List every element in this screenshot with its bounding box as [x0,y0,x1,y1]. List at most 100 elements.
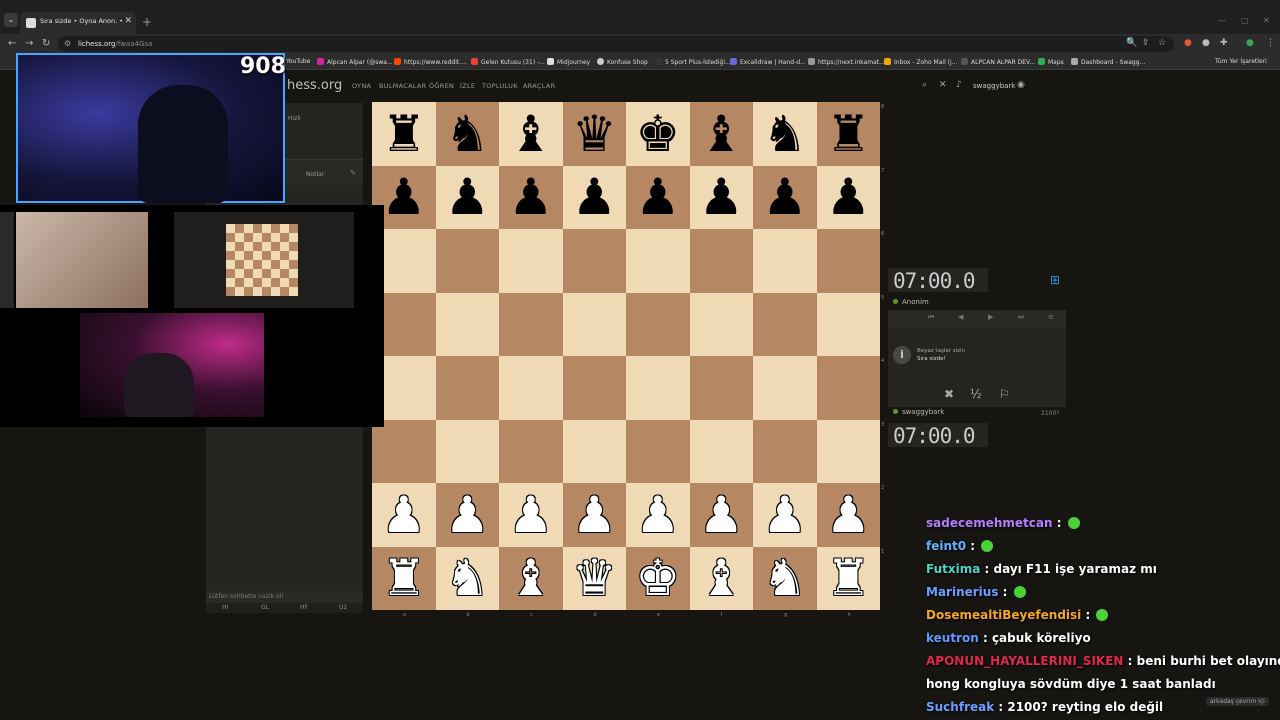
white-piece[interactable]: ♜ [381,553,426,603]
square-h5[interactable] [816,292,880,356]
square-c3[interactable] [499,419,563,483]
zoom-icon[interactable]: 🔍 [1126,38,1137,48]
square-d8[interactable]: ♛ [562,102,626,166]
square-h6[interactable] [816,229,880,293]
preset-u2[interactable]: U2 [339,604,347,611]
square-g4[interactable] [753,356,817,420]
square-c8[interactable]: ♝ [499,102,563,166]
chat-username[interactable]: Futxima [926,562,980,576]
bookmark-star-icon[interactable]: ☆ [1158,38,1166,48]
white-piece[interactable]: ♟ [635,490,680,540]
last-move-icon[interactable]: ⏭ [1018,313,1024,322]
square-f4[interactable] [689,356,753,420]
extensions-puzzle-icon[interactable]: ✚ [1220,38,1228,48]
square-c5[interactable] [499,292,563,356]
black-piece[interactable]: ♟ [762,172,807,222]
bookmark-maps[interactable]: Maps [1038,58,1064,66]
square-d4[interactable] [562,356,626,420]
square-d6[interactable] [562,229,626,293]
white-piece[interactable]: ♟ [381,490,426,540]
white-piece[interactable]: ♟ [508,490,553,540]
square-g3[interactable] [753,419,817,483]
white-piece[interactable]: ♟ [445,490,490,540]
square-e1[interactable]: ♚ [626,546,690,610]
square-b2[interactable]: ♟ [435,483,499,547]
square-e4[interactable] [626,356,690,420]
black-piece[interactable]: ♛ [572,109,617,159]
white-piece[interactable]: ♝ [699,553,744,603]
user-avatar-icon[interactable]: ◉ [1017,80,1025,90]
white-piece[interactable]: ♟ [699,490,744,540]
bookmark-dashboard[interactable]: Dashboard - Swagg... [1071,58,1145,66]
black-piece[interactable]: ♝ [508,109,553,159]
square-h2[interactable]: ♟ [816,483,880,547]
square-a3[interactable] [372,419,436,483]
square-h8[interactable]: ♜ [816,102,880,166]
nav-puzzles[interactable]: BULMACALAR [379,82,427,90]
tab-close-icon[interactable]: ✕ [124,16,132,26]
site-search-icon[interactable]: ⌕ [922,80,927,90]
black-piece[interactable]: ♜ [826,109,871,159]
abort-icon[interactable]: ✖ [944,387,954,401]
square-b7[interactable]: ♟ [435,165,499,229]
offer-draw-button[interactable]: ½ [970,387,982,401]
notes-tab[interactable]: Notlar [306,171,324,178]
square-b1[interactable]: ♞ [435,546,499,610]
square-c1[interactable]: ♝ [499,546,563,610]
minimize-icon[interactable]: — [1218,16,1226,25]
black-piece[interactable]: ♚ [635,109,680,159]
site-info-icon[interactable]: ⚙ [64,39,71,48]
opponent-name[interactable]: Anonim [893,298,929,306]
add-time-icon[interactable]: ⊞ [1050,273,1060,287]
close-icon[interactable]: ✕ [939,80,947,90]
square-b8[interactable]: ♞ [435,102,499,166]
square-f6[interactable] [689,229,753,293]
white-piece[interactable]: ♟ [572,490,617,540]
friends-online[interactable]: arkadaş çevrim içi [1206,697,1269,706]
square-a2[interactable]: ♟ [372,483,436,547]
square-e2[interactable]: ♟ [626,483,690,547]
white-piece[interactable]: ♞ [445,553,490,603]
white-piece[interactable]: ♟ [826,490,871,540]
reload-icon[interactable]: ↻ [42,38,50,49]
next-move-icon[interactable]: ▶ [988,313,993,321]
square-g2[interactable]: ♟ [753,483,817,547]
new-tab-icon[interactable]: + [142,15,152,29]
back-icon[interactable]: ← [8,38,16,49]
square-h4[interactable] [816,356,880,420]
black-piece[interactable]: ♟ [826,172,871,222]
prev-move-icon[interactable]: ◀ [958,313,963,321]
bookmark-excalidraw[interactable]: Excalidraw | Hand-d... [730,58,806,66]
white-piece[interactable]: ♚ [635,553,680,603]
white-piece[interactable]: ♝ [508,553,553,603]
nav-learn[interactable]: ÖĞREN [429,82,454,90]
square-c6[interactable] [499,229,563,293]
black-piece[interactable]: ♟ [699,172,744,222]
square-a8[interactable]: ♜ [372,102,436,166]
nav-watch[interactable]: İZLE [460,82,475,90]
square-g5[interactable] [753,292,817,356]
square-e5[interactable] [626,292,690,356]
bookmark-midjourney[interactable]: Midjourney [547,58,590,66]
maximize-icon[interactable]: ▢ [1241,16,1249,25]
chat-username[interactable]: Marinerius [926,585,998,599]
square-d1[interactable]: ♛ [562,546,626,610]
black-piece[interactable]: ♟ [572,172,617,222]
square-g7[interactable]: ♟ [753,165,817,229]
black-piece[interactable]: ♝ [699,109,744,159]
square-h3[interactable] [816,419,880,483]
square-b3[interactable] [435,419,499,483]
address-bar[interactable]: ⚙ lichess.org/fwaa4Gsa 🔍 ⇪ ☆ [58,36,1174,52]
black-piece[interactable]: ♟ [635,172,680,222]
black-piece[interactable]: ♟ [381,172,426,222]
nav-tools[interactable]: ARAÇLAR [523,82,555,90]
player-name[interactable]: swaggybark [893,408,944,416]
bookmark-reddit[interactable]: https://www.reddit.... [394,58,467,66]
chat-username[interactable]: APONUN_HAYALLERINI_SIKEN [926,654,1123,668]
preset-hi[interactable]: HI [222,604,228,611]
black-piece[interactable]: ♞ [762,109,807,159]
chat-username[interactable]: sadecemehmetcan [926,516,1053,530]
black-piece[interactable]: ♜ [381,109,426,159]
white-piece[interactable]: ♜ [826,553,871,603]
square-f1[interactable]: ♝ [689,546,753,610]
